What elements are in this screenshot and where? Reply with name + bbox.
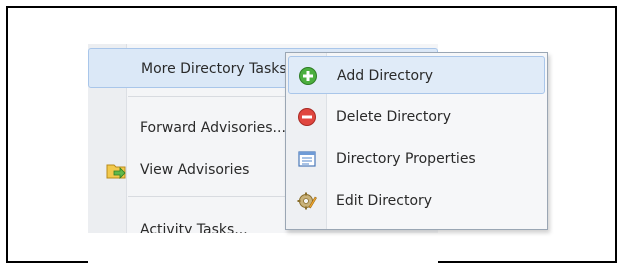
clip-mask — [88, 233, 438, 263]
submenu-item-edit-directory[interactable]: Edit Directory — [288, 182, 545, 220]
submenu-item-label: Delete Directory — [336, 109, 451, 125]
submenu-item-label: Edit Directory — [336, 193, 433, 209]
directory-submenu: Add Directory Delete Directory Directory… — [285, 52, 548, 230]
submenu-item-directory-properties[interactable]: Directory Properties — [288, 140, 545, 178]
submenu-item-add-directory[interactable]: Add Directory — [288, 56, 545, 94]
view-advisories-icon — [106, 164, 126, 179]
menu-item-label: Activity Tasks... — [140, 222, 248, 234]
submenu-item-label: Add Directory — [337, 68, 434, 84]
properties-icon — [298, 151, 316, 167]
delete-icon — [298, 108, 316, 126]
menu-item-label: Forward Advisories... — [140, 120, 286, 136]
submenu-item-delete-directory[interactable]: Delete Directory — [288, 98, 545, 136]
edit-gear-icon — [297, 192, 317, 210]
menu-item-label: More Directory Tasks... — [141, 61, 300, 77]
add-icon — [299, 67, 317, 85]
submenu-item-label: Directory Properties — [336, 151, 476, 167]
menu-item-label: View Advisories — [140, 162, 250, 178]
